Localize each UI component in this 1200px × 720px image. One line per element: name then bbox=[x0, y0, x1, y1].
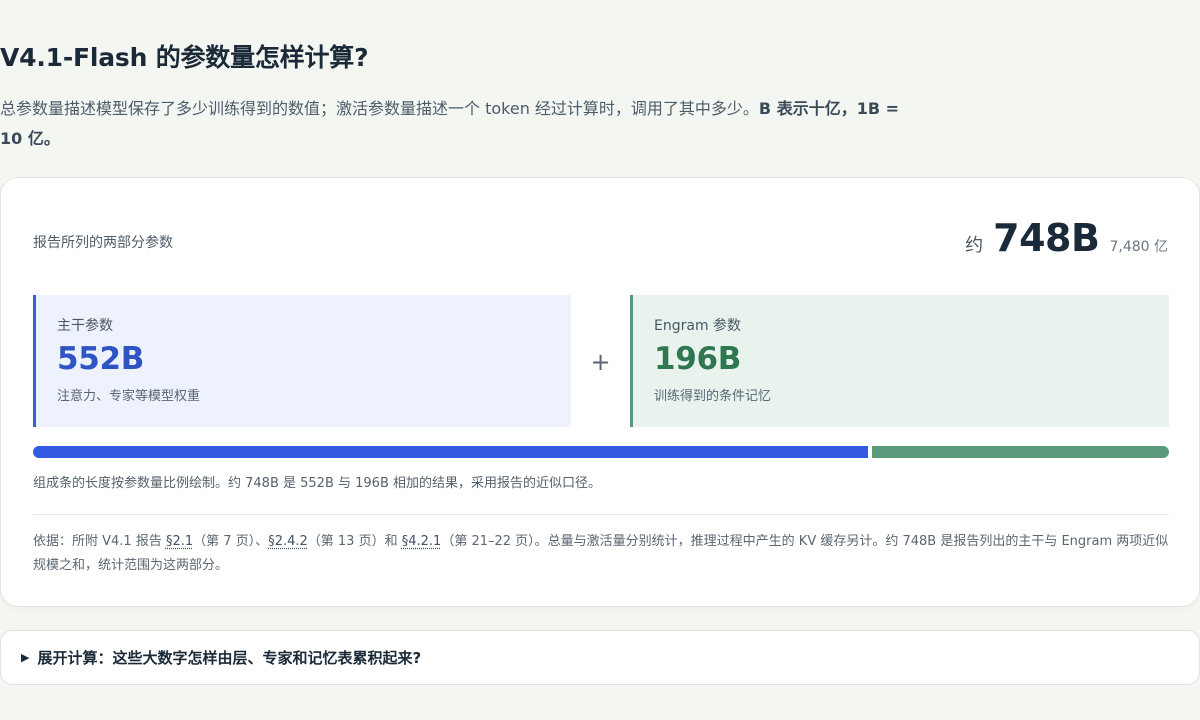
ref-link-section-4-2-1[interactable]: §4.2.1 bbox=[402, 534, 442, 549]
composition-bar-note: 组成条的长度按参数量比例绘制。约 748B 是 552B 与 196B 相加的结… bbox=[33, 476, 601, 491]
backbone-description: 注意力、专家等模型权重 bbox=[57, 389, 201, 404]
total-value: 748B bbox=[993, 216, 1100, 260]
engram-value: 196B bbox=[654, 341, 742, 377]
source-note: 依据：所附 V4.1 报告 §2.1（第 7 页）、§2.4.2（第 13 页）… bbox=[33, 530, 1169, 578]
divider bbox=[33, 514, 1169, 515]
engram-label: Engram 参数 bbox=[654, 318, 742, 334]
expand-calculation-label: 展开计算：这些大数字怎样由层、专家和记忆表累积起来? bbox=[37, 649, 422, 667]
engram-parameters-box: Engram 参数 196B 训练得到的条件记忆 bbox=[630, 295, 1169, 427]
engram-description: 训练得到的条件记忆 bbox=[654, 389, 772, 404]
total-parameters: 约 748B 7,480 亿 bbox=[965, 216, 1168, 260]
source-text-2: （第 7 页）、 bbox=[193, 534, 269, 549]
triangle-right-icon: ▶ bbox=[21, 651, 30, 664]
backbone-label: 主干参数 bbox=[57, 318, 113, 334]
composition-bar-engram-segment bbox=[872, 446, 1169, 458]
page-title: V4.1-Flash 的参数量怎样计算? bbox=[0, 43, 369, 72]
plus-sign: + bbox=[590, 348, 611, 376]
backbone-parameters-box: 主干参数 552B 注意力、专家等模型权重 bbox=[33, 295, 571, 427]
expand-calculation-toggle[interactable]: ▶ 展开计算：这些大数字怎样由层、专家和记忆表累积起来? bbox=[0, 630, 1200, 685]
intro-paragraph: 总参数量描述模型保存了多少训练得到的数值；激活参数量描述一个 token 经过计… bbox=[0, 94, 905, 154]
composition-bar bbox=[33, 446, 1169, 458]
ref-link-section-2-1[interactable]: §2.1 bbox=[166, 534, 193, 549]
intro-text: 总参数量描述模型保存了多少训练得到的数值；激活参数量描述一个 token 经过计… bbox=[0, 99, 759, 118]
ref-link-section-2-4-2[interactable]: §2.4.2 bbox=[268, 534, 308, 549]
parameter-card: 报告所列的两部分参数 约 748B 7,480 亿 主干参数 552B 注意力、… bbox=[0, 177, 1200, 607]
source-text-3: （第 13 页）和 bbox=[307, 534, 402, 549]
composition-bar-backbone-segment bbox=[33, 446, 868, 458]
total-prefix: 约 bbox=[965, 235, 984, 256]
source-text-1: 依据：所附 V4.1 报告 bbox=[33, 534, 166, 549]
card-label: 报告所列的两部分参数 bbox=[33, 235, 173, 251]
total-subvalue: 7,480 亿 bbox=[1109, 239, 1168, 255]
backbone-value: 552B bbox=[57, 341, 145, 377]
